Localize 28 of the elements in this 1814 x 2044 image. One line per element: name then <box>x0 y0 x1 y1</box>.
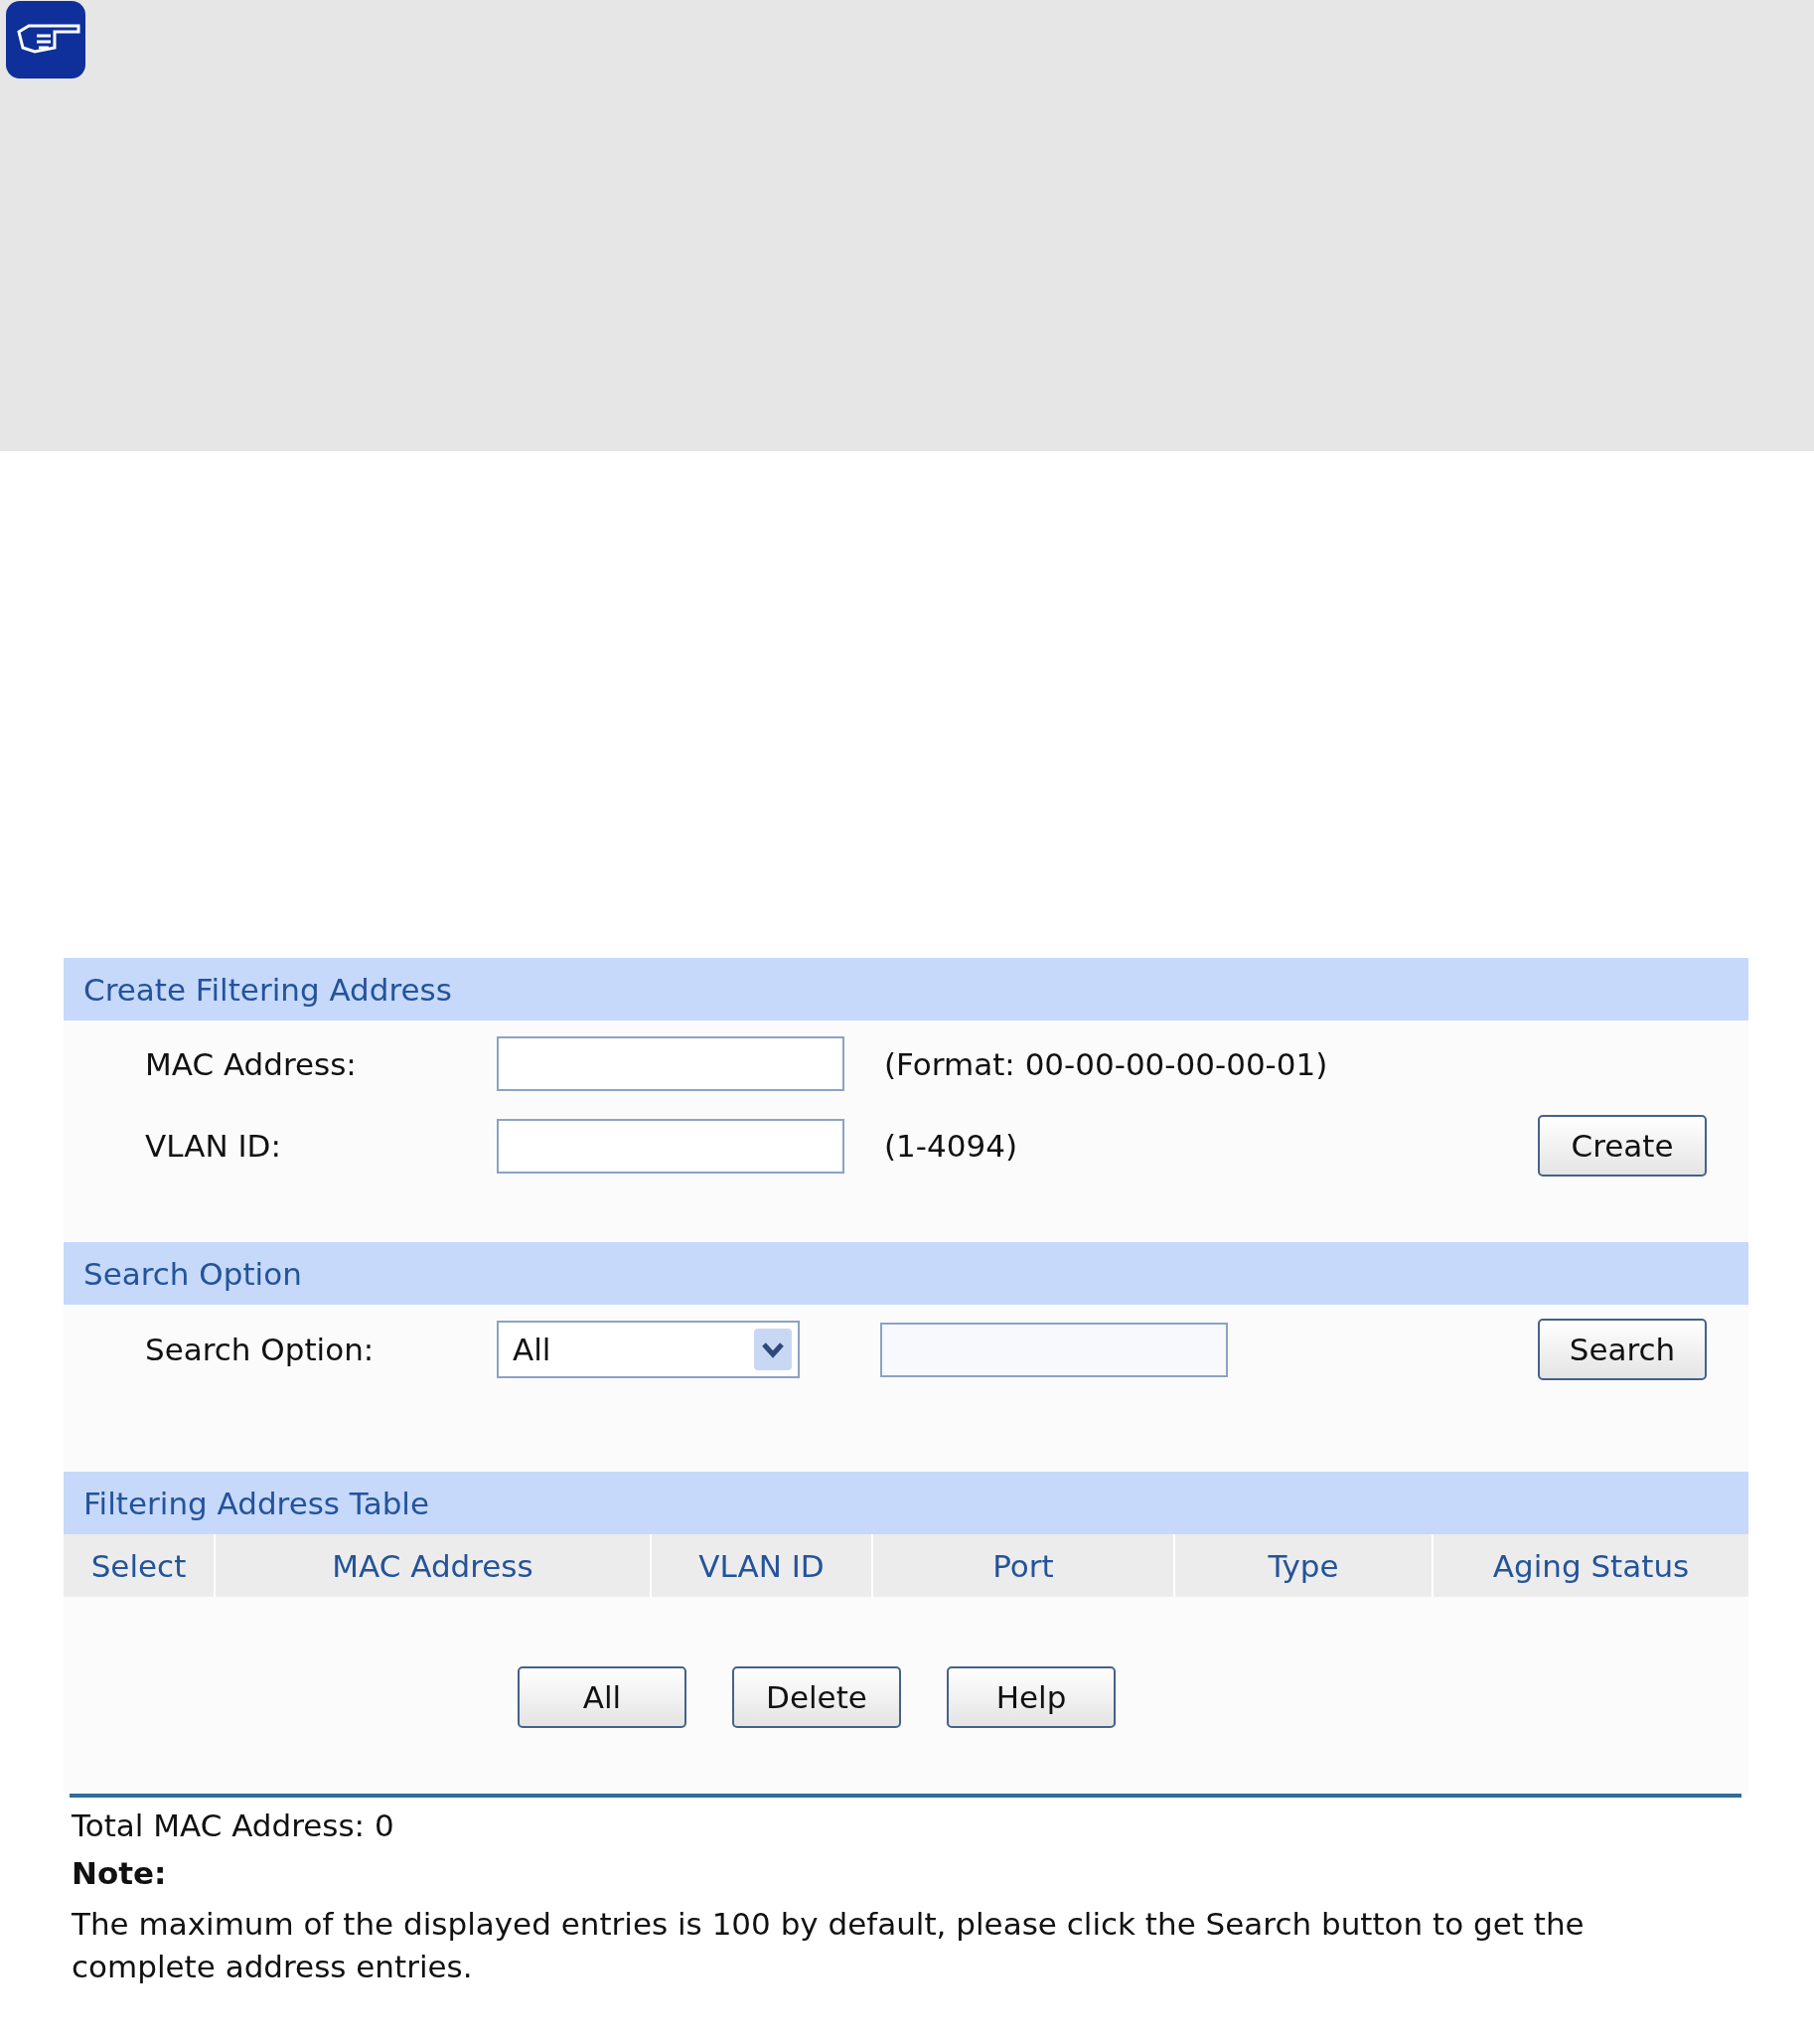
column-header: Port <box>873 1534 1173 1597</box>
field-hint: (Format: 00-00-00-00-00-01) <box>883 1045 1329 1082</box>
column-header: VLAN ID <box>652 1534 871 1597</box>
field-label: VLAN ID: <box>145 1128 282 1164</box>
note-title: Note: <box>72 1855 168 1891</box>
create-button[interactable]: Create <box>1538 1115 1707 1177</box>
search-input[interactable] <box>880 1322 1228 1377</box>
pointing-hand-icon <box>5 0 86 79</box>
section-header: Search Option <box>64 1242 1748 1305</box>
section-header: Create Filtering Address <box>64 958 1748 1021</box>
field-hint: (1-4094) <box>883 1128 1018 1164</box>
field-label: Search Option: <box>145 1332 376 1367</box>
column-header: MAC Address <box>216 1534 650 1597</box>
total-count-text: Total MAC Address: 0 <box>72 1808 395 1843</box>
action-button[interactable]: Help <box>947 1666 1116 1728</box>
column-header: Select <box>64 1534 214 1597</box>
input-field[interactable] <box>497 1036 844 1091</box>
chevron-down-icon <box>754 1329 792 1370</box>
column-header: Type <box>1175 1534 1432 1597</box>
action-button[interactable]: Delete <box>732 1666 901 1728</box>
column-header: Aging Status <box>1434 1534 1748 1597</box>
input-field[interactable] <box>497 1118 844 1174</box>
section-header: Filtering Address Table <box>64 1472 1748 1534</box>
action-button[interactable]: All <box>518 1666 686 1728</box>
search-option-dropdown[interactable]: All <box>497 1321 800 1378</box>
field-label: MAC Address: <box>145 1045 358 1082</box>
note-text: The maximum of the displayed entries is 100 by default, please click the Search button to get the complete address entries. <box>72 1905 1586 1987</box>
search-button[interactable]: Search <box>1538 1319 1707 1380</box>
